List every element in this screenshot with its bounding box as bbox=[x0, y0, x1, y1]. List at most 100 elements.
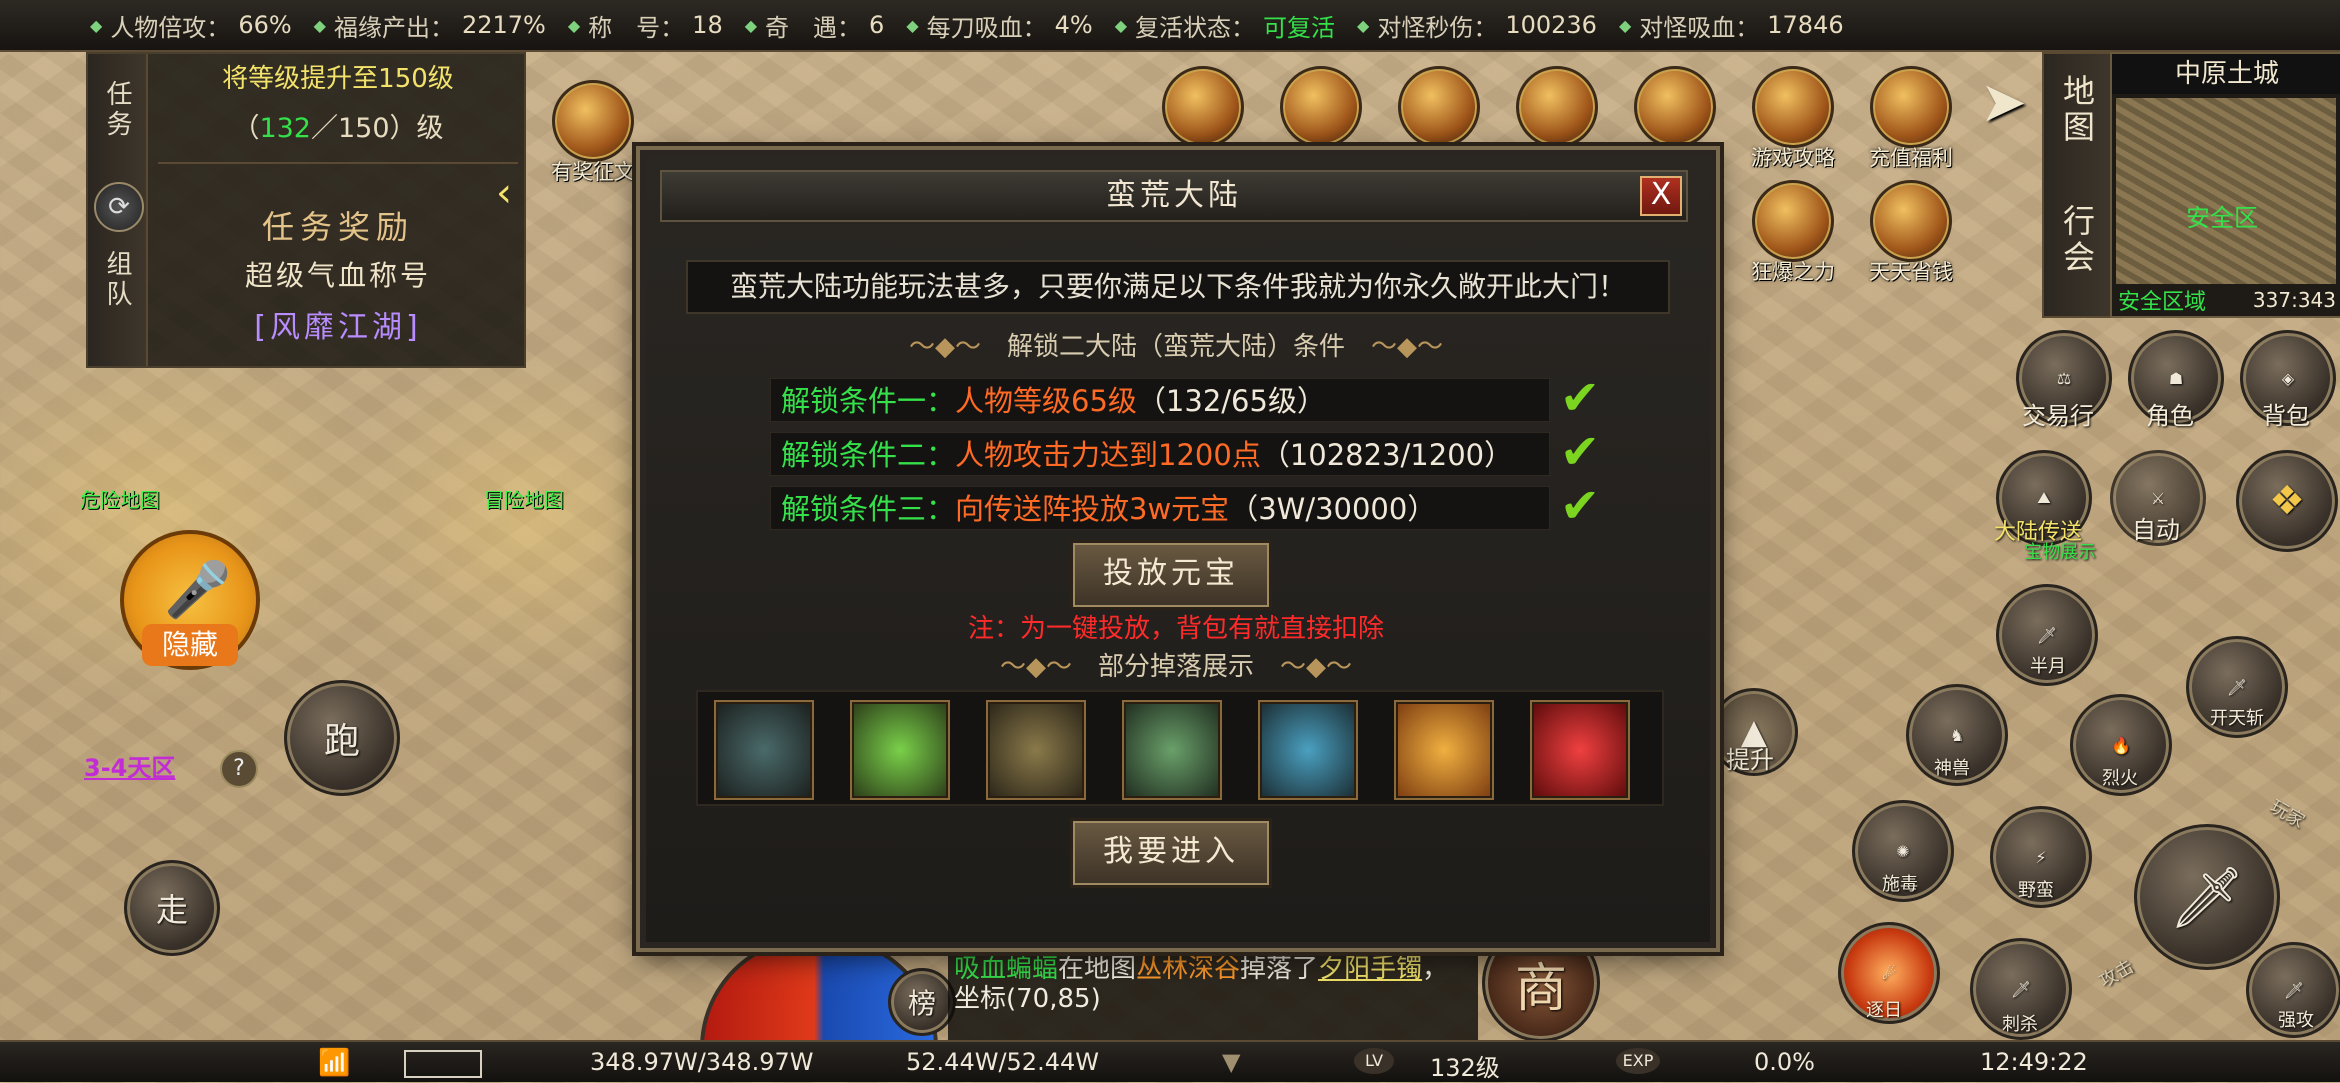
recharge-button[interactable]: 充值福利 bbox=[1856, 66, 1966, 172]
minimap[interactable]: 中原土城 安全区 安全区域 337:343 bbox=[2110, 52, 2340, 318]
rage-power-button[interactable]: 狂爆之力 bbox=[1738, 180, 1848, 286]
diamond-icon: ◆ bbox=[313, 15, 326, 35]
level-label: LV bbox=[1354, 1048, 1394, 1074]
great-sword-icon: 🗡 bbox=[2168, 862, 2246, 933]
sword-icon: 🗡 bbox=[2036, 625, 2058, 645]
barbarian-continent-dialog: 蛮荒大陆 X 蛮荒大陆功能玩法甚多，只要你满足以下条件我就为你永久敞开此大门！ … bbox=[640, 150, 1716, 948]
diamond-icon: ◆ bbox=[90, 15, 103, 35]
event-icon bbox=[1162, 66, 1244, 148]
menu-toggle-button[interactable]: ❖ bbox=[2236, 450, 2338, 552]
collapse-icons-arrow-icon[interactable]: ➤ bbox=[1980, 70, 2027, 135]
map-side-tabs: 地图 行会 bbox=[2042, 52, 2114, 318]
deposit-note: 注：为一键投放，背包有就直接扣除 bbox=[967, 614, 1384, 644]
walk-button[interactable]: 走 bbox=[124, 860, 220, 956]
safe-zone-status: 安全区域 bbox=[2118, 290, 2207, 315]
microphone-icon: 🎤 bbox=[164, 558, 232, 621]
sun-strike-icon: ☄ bbox=[1881, 963, 1897, 983]
unlock-condition-1: 解锁条件一：人物等级65级（132/65级） bbox=[770, 378, 1550, 422]
refresh-icon[interactable]: ⟳ bbox=[94, 182, 144, 232]
clock: 12:49:22 bbox=[1980, 1048, 2088, 1076]
mp-value: 52.44W/52.44W bbox=[906, 1048, 1099, 1076]
quest-reward-title: 任务奖励 bbox=[261, 208, 414, 246]
stat-lifesteal-per-hit: ◆ 每刀吸血： 4% bbox=[906, 11, 1093, 42]
drops-section-header: ～◆～ 部分掉落展示 ～◆～ bbox=[999, 652, 1352, 682]
gift-icon bbox=[1280, 66, 1362, 148]
check-icon: ✔ bbox=[1559, 478, 1601, 534]
scroll-badge-icon bbox=[552, 80, 634, 162]
stat-monster-dps: ◆ 对怪秒伤： 100236 bbox=[1357, 11, 1597, 42]
ornament-icon: ～◆～ bbox=[1345, 332, 1443, 362]
exp-value: 0.0% bbox=[1754, 1048, 1815, 1076]
stat-attack-multiplier: ◆ 人物倍攻： 66% bbox=[90, 11, 292, 42]
quest-reward-item: [风靡江湖] bbox=[254, 310, 422, 345]
quest-panel[interactable]: 任务 ⟳ 组队 将等级提升至150级 （132／150）级 任务奖励 超级气血称… bbox=[86, 52, 526, 368]
umbrella-item-icon[interactable] bbox=[1258, 700, 1358, 800]
hp-value: 348.97W/348.97W bbox=[590, 1048, 814, 1076]
tab-map[interactable]: 地图 bbox=[2056, 74, 2100, 146]
run-button[interactable]: 跑 bbox=[284, 680, 400, 796]
unlock-condition-2: 解锁条件二：人物攻击力达到1200点（102823/1200） bbox=[770, 432, 1550, 476]
ornament-icon: ～◆～ bbox=[999, 652, 1098, 682]
help-icon[interactable]: ? bbox=[220, 750, 258, 788]
check-icon: ✔ bbox=[1559, 370, 1601, 426]
adventure-icon bbox=[1516, 66, 1598, 148]
server-zone-link[interactable]: 3-4天区 bbox=[84, 748, 175, 783]
bag-icon: ◈ bbox=[2281, 368, 2295, 388]
sword-icon: 🗡 bbox=[2010, 979, 2032, 999]
diamond-icon: ◆ bbox=[1114, 15, 1128, 35]
diamond-menu-icon: ❖ bbox=[2269, 478, 2305, 524]
tab-task[interactable]: 任务 bbox=[98, 80, 136, 140]
chevron-down-icon[interactable]: ▼ bbox=[1222, 1048, 1240, 1076]
red-orb-item-icon[interactable] bbox=[1530, 700, 1630, 800]
voice-button[interactable]: 🎤 隐藏 bbox=[120, 530, 260, 670]
player-coords: 337:343 bbox=[2252, 288, 2336, 312]
book-item-icon[interactable] bbox=[986, 700, 1086, 800]
title-icon bbox=[1634, 66, 1716, 148]
divination-icon bbox=[1398, 66, 1480, 148]
whip-item-icon[interactable] bbox=[714, 700, 814, 800]
collapse-arrow-icon[interactable]: ‹ bbox=[496, 170, 512, 216]
minimap-view[interactable]: 安全区 bbox=[2116, 98, 2336, 284]
top-status-bar: ◆ 人物倍攻： 66% ◆ 福缘产出： 2217% ◆ 称 号： 18 ◆ 奇 遇： 6 ◆ 每刀… bbox=[0, 0, 2340, 52]
ornament-icon: ～◆～ bbox=[908, 332, 1007, 362]
drop-items-row bbox=[696, 690, 1664, 806]
quest-progress: （132／150）级 bbox=[232, 113, 444, 144]
gold-scroll-item-icon[interactable] bbox=[1394, 700, 1494, 800]
ranking-button[interactable]: 榜 bbox=[888, 968, 956, 1036]
stat-revive-status: ◆ 复活状态： 可复活 bbox=[1114, 13, 1336, 42]
tab-team[interactable]: 组队 bbox=[98, 250, 136, 310]
stat-titles: ◆ 称 号： 18 bbox=[567, 11, 723, 42]
bottom-status-bar: 📶 348.97W/348.97W 52.44W/52.44W ▼ LV 132… bbox=[0, 1040, 2340, 1082]
exp-label: EXP bbox=[1616, 1048, 1660, 1074]
guide-button[interactable]: 游戏攻略 bbox=[1738, 66, 1848, 172]
hide-button[interactable]: 隐藏 bbox=[142, 624, 238, 666]
helmet-icon: ☗ bbox=[2168, 368, 2184, 388]
quest-side-tabs: 任务 ⟳ 组队 bbox=[88, 54, 148, 366]
diamond-icon: ◆ bbox=[567, 15, 581, 35]
poison-icon: ✺ bbox=[1896, 841, 1910, 861]
daily-saving-button[interactable]: 天天省钱 bbox=[1856, 180, 1966, 286]
wifi-icon: 📶 bbox=[318, 1048, 351, 1078]
divider bbox=[158, 162, 518, 164]
chat-line: 吸血蝙蝠在地图丛林深谷掉落了夕阳手镯， bbox=[954, 954, 1449, 984]
saving-icon bbox=[1870, 180, 1952, 262]
jade-scroll-item-icon[interactable] bbox=[1122, 700, 1222, 800]
quest-goal[interactable]: 将等级提升至150级 bbox=[158, 58, 518, 95]
crossed-swords-icon: ⚔ bbox=[2150, 488, 2166, 508]
map-name: 中原土城 bbox=[2112, 54, 2340, 94]
unlock-section-header: ～◆～ 解锁二大陆（蛮荒大陆）条件 ～◆～ bbox=[908, 332, 1443, 362]
dialog-intro: 蛮荒大陆功能玩法甚多，只要你满足以下条件我就为你永久敞开此大门！ bbox=[686, 260, 1670, 314]
enter-button[interactable]: 我要进入 bbox=[1070, 818, 1272, 888]
rage-icon bbox=[1752, 180, 1834, 262]
fire-sword-icon: 🔥 bbox=[2111, 735, 2131, 755]
attack-button[interactable]: 🗡 bbox=[2134, 824, 2280, 970]
green-bracelet-item-icon[interactable] bbox=[850, 700, 950, 800]
beast-icon: ♞ bbox=[1949, 725, 1965, 745]
tab-guild[interactable]: 行会 bbox=[2056, 204, 2100, 276]
essay-contest-button[interactable]: 有奖征文 bbox=[538, 80, 648, 186]
stat-encounters: ◆ 奇 遇： 6 bbox=[744, 11, 885, 42]
stat-fortune-output: ◆ 福缘产出： 2217% bbox=[313, 11, 546, 42]
deposit-ingot-button[interactable]: 投放元宝 bbox=[1070, 540, 1272, 610]
dialog-title: 蛮荒大陆 bbox=[1106, 178, 1242, 213]
close-button[interactable]: X bbox=[1640, 176, 1682, 216]
